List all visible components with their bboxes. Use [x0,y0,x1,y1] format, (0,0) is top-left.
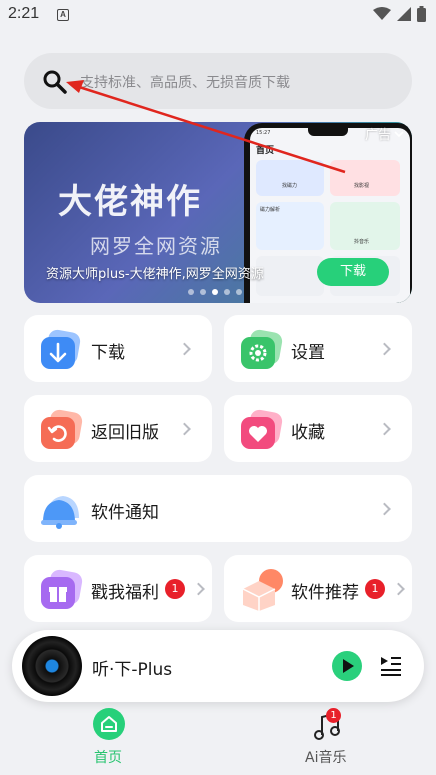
welfare-label: 戳我福利 [91,583,159,603]
player-title: 听·下-Plus [92,660,173,680]
ad-banner[interactable]: 大佬神作 网罗全网资源 15:27 首页 找磁力 找影视 磁力解析 抖音乐 广告… [24,122,412,303]
box-icon [242,569,283,611]
wifi-icon [373,7,391,20]
favorites-card[interactable]: 收藏 [224,395,412,462]
software-notice-card[interactable]: 软件通知 [24,475,412,542]
chevron-right-icon [178,342,191,355]
settings-label: 设置 [291,343,325,363]
recommend-badge: 1 [365,579,385,599]
phone-home-label: 首页 [256,146,275,156]
phone-tile-label: 抖音乐 [354,239,370,245]
bell-icon [41,496,79,529]
carousel-dot[interactable] [188,289,194,295]
undo-icon [41,409,83,449]
back-old-version-card[interactable]: 返回旧版 [24,395,212,462]
download-label: 下载 [91,343,125,363]
search-placeholder: 支持标准、高品质、无损音质下载 [80,75,290,91]
chevron-right-icon [392,582,405,595]
mini-player[interactable]: 听·下-Plus [12,630,424,702]
banner-subheadline: 网罗全网资源 [90,234,222,258]
nav-ai-music-tab[interactable]: 1 Ai音乐 [300,705,360,767]
software-recommend-card[interactable]: 软件推荐 1 [224,555,412,622]
download-card[interactable]: 下载 [24,315,212,382]
favorites-label: 收藏 [291,423,325,443]
phone-tile-label: 磁力解析 [260,207,281,213]
ad-label[interactable]: 广告 [365,124,404,143]
welfare-card[interactable]: 戳我福利 1 [24,555,212,622]
notification-icon: A [57,9,69,21]
chevron-right-icon [178,422,191,435]
home-icon [101,716,117,732]
status-indicators [373,6,426,22]
status-bar: 2:21 A [0,0,436,30]
banner-headline: 大佬神作 [58,182,202,222]
nav-home-label: 首页 [94,750,122,766]
software-recommend-label: 软件推荐 [291,583,359,603]
battery-icon [417,6,426,22]
phone-tile-video [330,160,400,196]
chevron-down-icon [394,130,404,137]
settings-icon [241,329,283,369]
software-notice-label: 软件通知 [91,503,159,523]
home-icon-bg [93,708,125,740]
carousel-dot[interactable] [236,289,242,295]
carousel-dots [188,289,242,295]
download-icon [41,329,81,369]
settings-card[interactable]: 设置 [224,315,412,382]
play-button[interactable] [332,651,362,681]
nav-ai-music-label: Ai音乐 [305,750,347,766]
chevron-right-icon [192,582,205,595]
gift-icon [41,569,83,609]
playlist-icon[interactable] [380,656,402,676]
nav-home-tab[interactable]: 首页 [90,705,130,767]
heart-icon [241,409,283,449]
banner-download-button[interactable]: 下载 [317,258,389,286]
welfare-badge: 1 [165,579,185,599]
carousel-dot[interactable] [224,289,230,295]
carousel-dot-active[interactable] [212,289,218,295]
chevron-right-icon [378,342,391,355]
phone-tile-more [256,256,324,296]
play-icon [343,659,354,673]
phone-tile-label: 找磁力 [282,183,298,189]
phone-tile-label: 找影视 [354,183,370,189]
search-icon[interactable] [42,69,68,95]
signal-icon [397,7,411,21]
phone-tile-magnet [256,160,324,196]
chevron-right-icon [378,502,391,515]
banner-caption: 资源大师plus-大佬神作,网罗全网资源 [46,267,264,282]
vinyl-record-icon[interactable] [22,636,82,696]
phone-time: 15:27 [256,130,271,136]
ad-text: 广告 [364,128,391,143]
status-time: 2:21 [8,5,40,22]
search-bar[interactable]: 支持标准、高品质、无损音质下载 [24,53,412,109]
ai-music-badge: 1 [326,708,341,723]
chevron-right-icon [378,422,391,435]
back-old-version-label: 返回旧版 [91,423,159,443]
carousel-dot[interactable] [200,289,206,295]
